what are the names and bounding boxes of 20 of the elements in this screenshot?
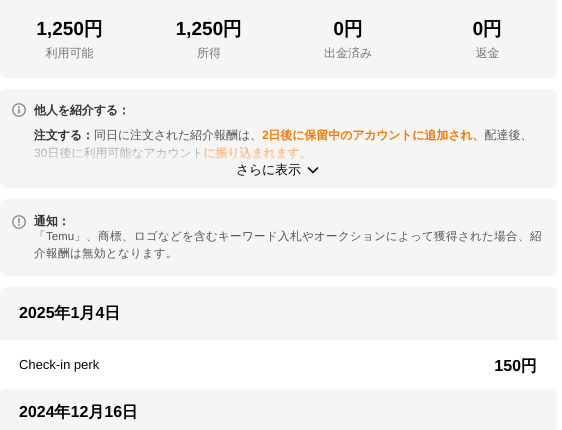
show-more-link[interactable]: さらに表示 [236, 160, 319, 180]
entry-amount: 150円 [494, 356, 537, 376]
amount-label: 利用可能 [46, 45, 94, 62]
notice-text: 「Temu」、商標、ロゴなどを含むキーワード入札やオークションによって獲得された場合、紹介報酬は無効となります。 [34, 229, 544, 262]
info-icon [12, 103, 26, 117]
entry-name: Check-in perk [19, 356, 100, 374]
amount-value: 1,250円 [176, 18, 242, 42]
chevron-down-icon [307, 166, 319, 174]
amount-label: 所得 [196, 45, 221, 62]
amount-value: 0円 [333, 18, 363, 42]
amount-label: 返金 [475, 45, 500, 62]
date-label: 2024年12月16日 [19, 402, 138, 423]
amount-value: 1,250円 [36, 18, 103, 42]
amount-value: 0円 [472, 18, 502, 42]
amount-label: 出金済み [324, 45, 372, 62]
exclamation-icon [12, 215, 26, 229]
referral-paragraph: 注文する：同日に注文された紹介報酬は、2日後に保留中のアカウントに追加され、配達後、30日後に利用可能なアカウント に振り込まれます。 [34, 127, 534, 162]
referral-title: 他人を紹介する： [34, 102, 130, 119]
notice-title: 通知： [34, 213, 71, 229]
date-label: 2025年1月4日 [19, 304, 120, 324]
